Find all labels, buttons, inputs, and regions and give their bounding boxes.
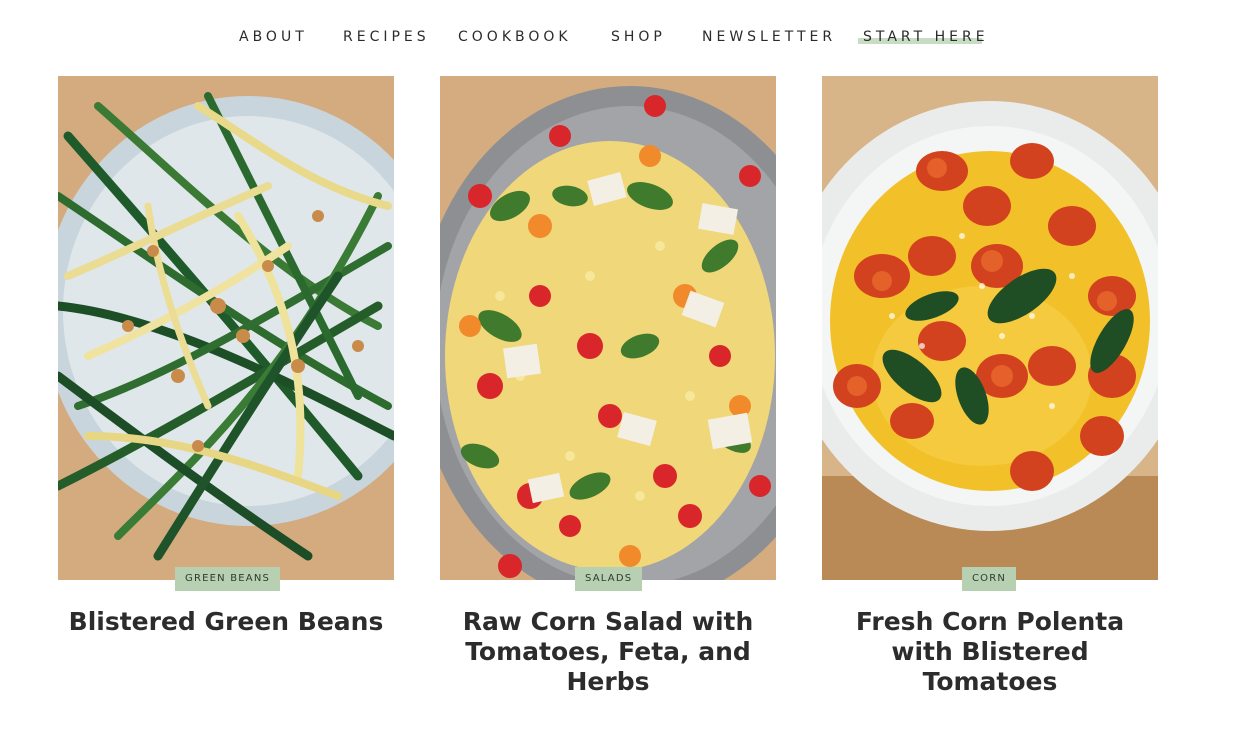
category-tag[interactable]: GREEN BEANS	[175, 567, 281, 591]
nav-start-here[interactable]: START HERE	[863, 26, 989, 48]
nav-about[interactable]: ABOUT	[239, 26, 308, 48]
recipe-title[interactable]: Raw Corn Salad with Tomatoes, Feta, and …	[440, 607, 776, 697]
recipe-card-green-beans	[58, 76, 394, 580]
recipe-card-corn-polenta	[822, 76, 1158, 580]
recipe-card-corn-salad	[440, 76, 776, 580]
recipe-title[interactable]: Fresh Corn Polenta with Blistered Tomato…	[822, 607, 1158, 697]
corn-polenta-photo[interactable]	[822, 76, 1158, 580]
nav-shop[interactable]: SHOP	[611, 26, 666, 48]
blistered-green-beans-photo[interactable]	[58, 76, 394, 580]
recipe-title[interactable]: Blistered Green Beans	[58, 607, 394, 637]
nav-cookbook[interactable]: COOKBOOK	[458, 26, 572, 48]
category-tag[interactable]: SALADS	[575, 567, 643, 591]
main-navigation: ABOUT RECIPES COOKBOOK SHOP NEWSLETTER S…	[0, 26, 1244, 48]
nav-newsletter[interactable]: NEWSLETTER	[702, 26, 836, 48]
nav-recipes[interactable]: RECIPES	[343, 26, 430, 48]
category-tag[interactable]: CORN	[962, 567, 1017, 591]
raw-corn-salad-photo[interactable]	[440, 76, 776, 580]
